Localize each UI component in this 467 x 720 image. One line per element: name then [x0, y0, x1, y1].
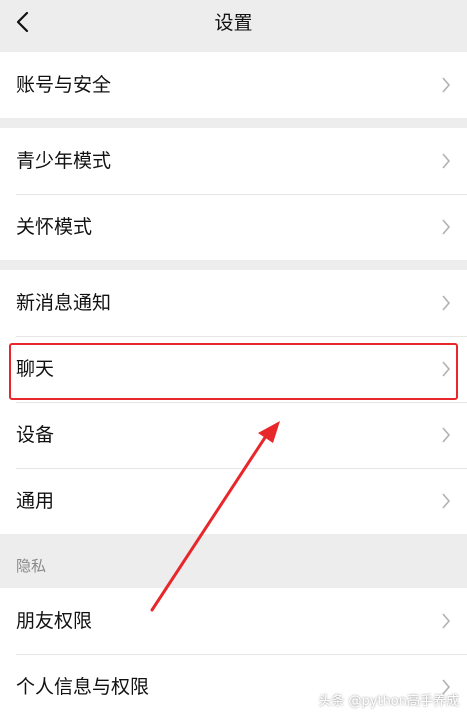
settings-group-general: 新消息通知 聊天 设备 通用: [0, 270, 467, 534]
settings-group-modes: 青少年模式 关怀模式: [0, 128, 467, 260]
settings-item-label: 关怀模式: [16, 216, 93, 238]
back-button[interactable]: [8, 6, 36, 38]
chevron-right-icon: [442, 613, 451, 629]
chevron-right-icon: [442, 295, 451, 311]
chevron-right-icon: [442, 153, 451, 169]
chevron-right-icon: [442, 427, 451, 443]
settings-item-notifications[interactable]: 新消息通知: [0, 270, 467, 336]
settings-item-friend-permissions[interactable]: 朋友权限: [0, 588, 467, 654]
settings-item-label: 账号与安全: [16, 74, 112, 96]
settings-item-teen-mode[interactable]: 青少年模式: [0, 128, 467, 194]
chevron-right-icon: [442, 493, 451, 509]
chevron-right-icon: [442, 361, 451, 377]
settings-group-account: 账号与安全: [0, 52, 467, 118]
chevron-right-icon: [442, 219, 451, 235]
navigation-bar: 设置: [0, 0, 467, 46]
chevron-left-icon: [16, 11, 29, 33]
section-label-privacy: 隐私: [16, 557, 47, 575]
page-title: 设置: [214, 12, 253, 34]
settings-item-label: 朋友权限: [16, 610, 93, 632]
settings-item-label: 通用: [16, 490, 55, 512]
settings-item-devices[interactable]: 设备: [0, 402, 467, 468]
settings-group-privacy: 朋友权限 个人信息与权限: [0, 588, 467, 720]
chevron-right-icon: [442, 679, 451, 695]
settings-item-account-security[interactable]: 账号与安全: [0, 52, 467, 118]
settings-item-label: 新消息通知: [16, 292, 112, 314]
settings-item-label: 青少年模式: [16, 150, 112, 172]
settings-item-general[interactable]: 通用: [0, 468, 467, 534]
settings-item-chat[interactable]: 聊天: [0, 336, 467, 402]
settings-item-label: 设备: [16, 424, 55, 446]
settings-item-label: 个人信息与权限: [16, 676, 150, 698]
chevron-right-icon: [442, 77, 451, 93]
settings-item-label: 聊天: [16, 358, 55, 380]
settings-item-personal-info[interactable]: 个人信息与权限: [0, 654, 467, 720]
settings-item-care-mode[interactable]: 关怀模式: [0, 194, 467, 260]
